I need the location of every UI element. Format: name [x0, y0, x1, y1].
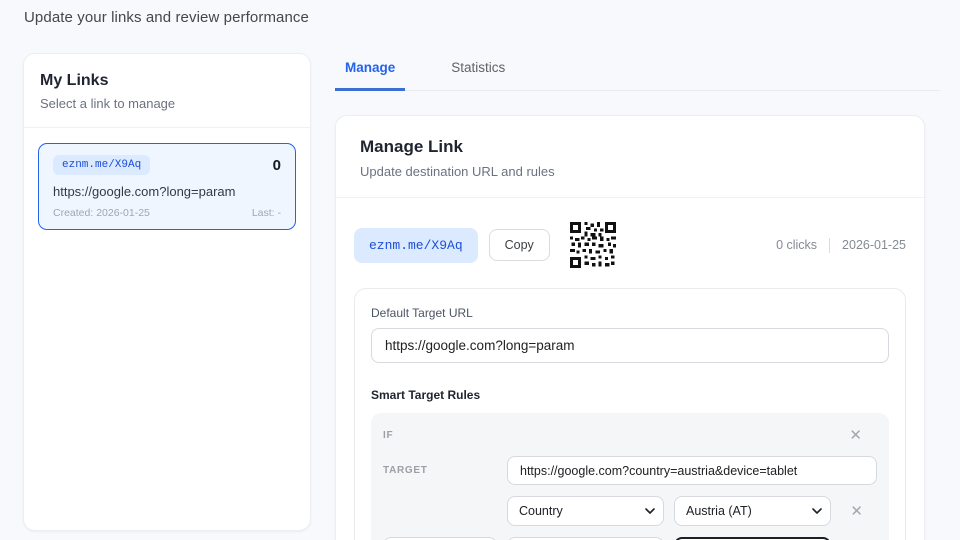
- short-url-badge: eznm.me/X9Aq: [354, 228, 478, 263]
- link-meta: Created: 2026-01-25 Last: -: [53, 207, 281, 219]
- link-summary-row: eznm.me/X9Aq Copy: [354, 222, 906, 268]
- detail-column: Manage Statistics Manage Link Update des…: [335, 53, 940, 540]
- tabbar: Manage Statistics: [335, 53, 940, 91]
- manage-link-panel: Manage Link Update destination URL and r…: [335, 115, 925, 540]
- manage-link-body: eznm.me/X9Aq Copy: [336, 198, 924, 540]
- rule-target-row: TARGET: [383, 456, 877, 485]
- remove-condition-button[interactable]: ✕: [848, 502, 865, 521]
- page-header: Update your links and review performance: [0, 0, 960, 26]
- if-label: IF: [383, 430, 507, 441]
- manage-link-header: Manage Link Update destination URL and r…: [336, 116, 924, 198]
- condition-value-select[interactable]: Austria (AT): [674, 496, 831, 526]
- remove-rule-button[interactable]: ✕: [847, 426, 864, 445]
- stat-divider: [829, 238, 830, 253]
- main-layout: My Links Select a link to manage eznm.me…: [0, 53, 960, 540]
- qr-code-image: [570, 222, 616, 268]
- target-settings-card: Default Target URL Smart Target Rules IF…: [354, 288, 906, 540]
- link-item-top: eznm.me/X9Aq 0: [53, 155, 281, 175]
- rule-target-input[interactable]: [507, 456, 877, 485]
- created-date: Created: 2026-01-25: [53, 207, 150, 219]
- clicks-stat: 0 clicks: [776, 238, 817, 252]
- default-target-input[interactable]: [371, 328, 889, 363]
- tab-statistics[interactable]: Statistics: [441, 53, 515, 90]
- my-links-panel: My Links Select a link to manage eznm.me…: [23, 53, 311, 531]
- last-click: Last: -: [252, 207, 281, 219]
- link-list-item[interactable]: eznm.me/X9Aq 0 https://google.com?long=p…: [38, 143, 296, 230]
- my-links-header: My Links Select a link to manage: [24, 54, 310, 128]
- copy-button[interactable]: Copy: [489, 229, 550, 261]
- condition-value-select-wrap: Austria (AT): [674, 496, 831, 526]
- short-url-badge: eznm.me/X9Aq: [53, 155, 150, 175]
- close-icon: ✕: [850, 503, 863, 520]
- default-target-label: Default Target URL: [371, 306, 889, 320]
- smart-rules-label: Smart Target Rules: [371, 388, 889, 402]
- my-links-title: My Links: [40, 72, 294, 90]
- rule-if-row: IF ✕: [383, 426, 877, 445]
- manage-link-title: Manage Link: [360, 137, 900, 157]
- manage-link-subtitle: Update destination URL and rules: [360, 164, 900, 179]
- click-count: 0: [273, 157, 281, 174]
- condition-field-select[interactable]: Country: [507, 496, 664, 526]
- tab-manage[interactable]: Manage: [335, 53, 405, 91]
- date-stat: 2026-01-25: [842, 238, 906, 252]
- rule-condition-row-1: Country Austria (AT): [383, 496, 877, 526]
- destination-url: https://google.com?long=param: [53, 184, 281, 199]
- my-links-subtitle: Select a link to manage: [40, 96, 294, 111]
- target-label: TARGET: [383, 465, 507, 476]
- page-title: Update your links and review performance: [24, 9, 936, 26]
- rule-card: IF ✕ TARGET: [371, 413, 889, 540]
- condition-field-select-wrap: Country: [507, 496, 664, 526]
- close-icon: ✕: [849, 427, 862, 444]
- summary-stats: 0 clicks 2026-01-25: [776, 238, 906, 253]
